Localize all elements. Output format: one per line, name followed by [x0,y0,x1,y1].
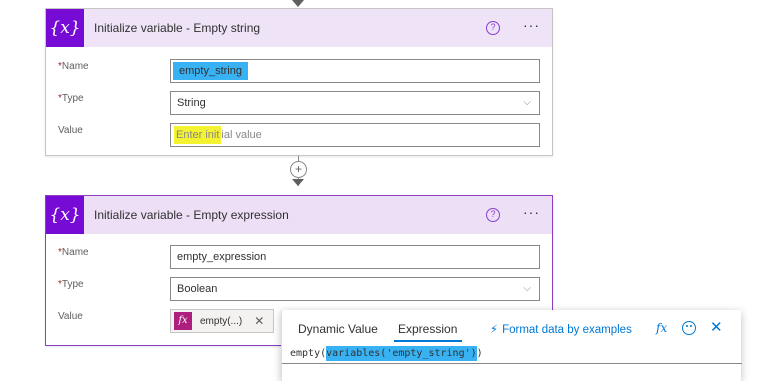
card-header[interactable]: {x} Initialize variable - Empty string ?… [46,9,552,47]
fx-icon: fx [174,312,192,330]
value-label: Value [58,125,83,136]
type-label: *Type [58,93,84,104]
fx-icon[interactable]: fx [656,321,667,335]
tab-expression[interactable]: Expression [398,322,457,336]
type-row: *Type String ⌵ [46,85,552,117]
variable-icon: {x} [46,196,84,234]
more-options-icon[interactable]: ··· [523,204,540,220]
dynamic-content-popup: Dynamic Value Expression ⚡ Format data by… [281,310,742,381]
expression-highlight: variables('empty_string') [326,346,477,361]
smile-icon[interactable] [682,321,696,335]
tab-underline [394,340,462,342]
popup-tabs: Dynamic Value Expression ⚡ Format data by… [282,310,741,344]
value-field[interactable]: Enter init ial value [170,123,540,147]
expression-token[interactable]: fx empty(...) ✕ [170,309,274,333]
card-title[interactable]: Initialize variable - Empty expression [94,208,289,222]
type-row: *Type Boolean ⌵ [46,271,552,303]
connector-arrow-top [292,0,304,7]
type-label: *Type [58,279,84,290]
chevron-down-icon[interactable]: ⌵ [523,92,531,114]
expression-input[interactable]: empty(variables('empty_string')) [282,346,742,364]
value-label: Value [58,311,83,322]
name-row: *Name empty_string [46,53,552,85]
name-field[interactable]: empty_string [170,59,540,83]
connector-arrow [292,179,304,186]
tab-dynamic-value[interactable]: Dynamic Value [298,322,378,336]
format-data-link[interactable]: ⚡ Format data by examples [490,322,632,336]
type-select[interactable]: String ⌵ [170,91,540,115]
close-icon[interactable]: ✕ [710,318,723,336]
remove-token-icon[interactable]: ✕ [254,314,264,328]
name-field[interactable]: empty_expression [170,245,540,269]
card-title[interactable]: Initialize variable - Empty string [94,21,260,35]
help-icon[interactable]: ? [486,21,500,35]
chevron-down-icon[interactable]: ⌵ [523,278,531,300]
value-row: Value Enter init ial value [46,117,552,149]
variable-icon: {x} [46,9,84,47]
token-label: empty(...) [200,315,243,327]
name-label: *Name [58,61,89,72]
card-header[interactable]: {x} Initialize variable - Empty expressi… [46,196,552,234]
placeholder-highlight: Enter init [174,126,222,144]
name-label: *Name [58,247,89,258]
wand-icon: ⚡ [490,324,499,336]
name-value: empty_string [173,62,248,80]
more-options-icon[interactable]: ··· [523,17,540,33]
plus-icon[interactable]: + [290,161,307,178]
name-row: *Name empty_expression [46,239,552,271]
action-card-empty-string[interactable]: {x} Initialize variable - Empty string ?… [45,8,553,156]
help-icon[interactable]: ? [486,208,500,222]
type-select[interactable]: Boolean ⌵ [170,277,540,301]
